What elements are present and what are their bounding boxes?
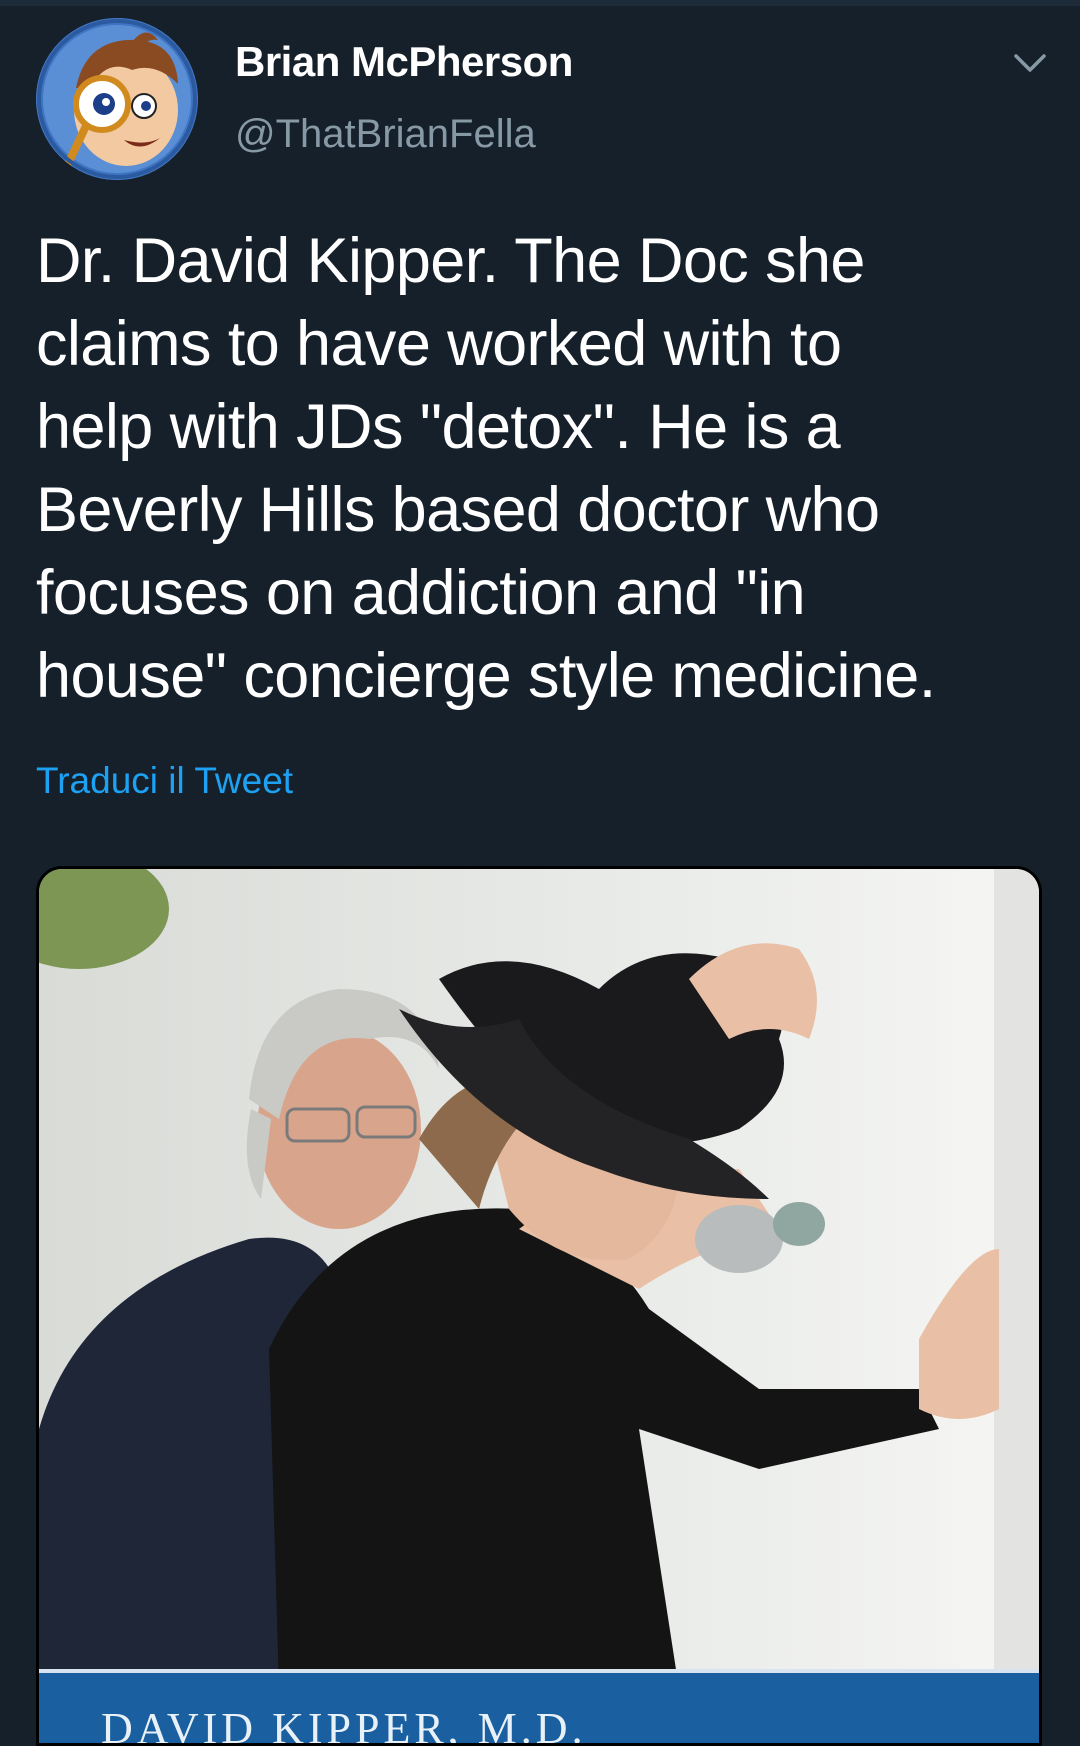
tweet-text-line: help with JDs "detox". He is a	[36, 392, 841, 462]
translate-tweet-link[interactable]: Traduci il Tweet	[36, 760, 293, 802]
tweet-media-image[interactable]: DAVID KIPPER, M.D.	[36, 866, 1042, 1746]
photo-illustration	[39, 869, 1039, 1743]
tweet-text-line: Dr. David Kipper. The Doc she	[36, 226, 865, 296]
tweet-text: Dr. David Kipper. The Doc she claims to …	[36, 220, 1046, 718]
caption-bar: DAVID KIPPER, M.D.	[39, 1669, 1039, 1743]
tweet-menu-button[interactable]	[1010, 48, 1050, 78]
tweet-text-line: focuses on addiction and "in	[36, 558, 806, 628]
tweet-text-line: Beverly Hills based doctor who	[36, 475, 880, 545]
tweet-card: Brian McPherson @ThatBrianFella Dr. Davi…	[0, 0, 1080, 1746]
media-caption: DAVID KIPPER, M.D.	[101, 1704, 587, 1746]
cartoon-avatar-icon	[36, 18, 198, 180]
tweet-text-line: house" concierge style medicine.	[36, 641, 936, 711]
author-handle[interactable]: @ThatBrianFella	[235, 112, 536, 157]
author-avatar[interactable]	[36, 18, 198, 180]
author-name[interactable]: Brian McPherson	[235, 38, 573, 86]
tweet-text-line: claims to have worked with to	[36, 309, 842, 379]
chevron-down-icon	[1014, 54, 1046, 72]
